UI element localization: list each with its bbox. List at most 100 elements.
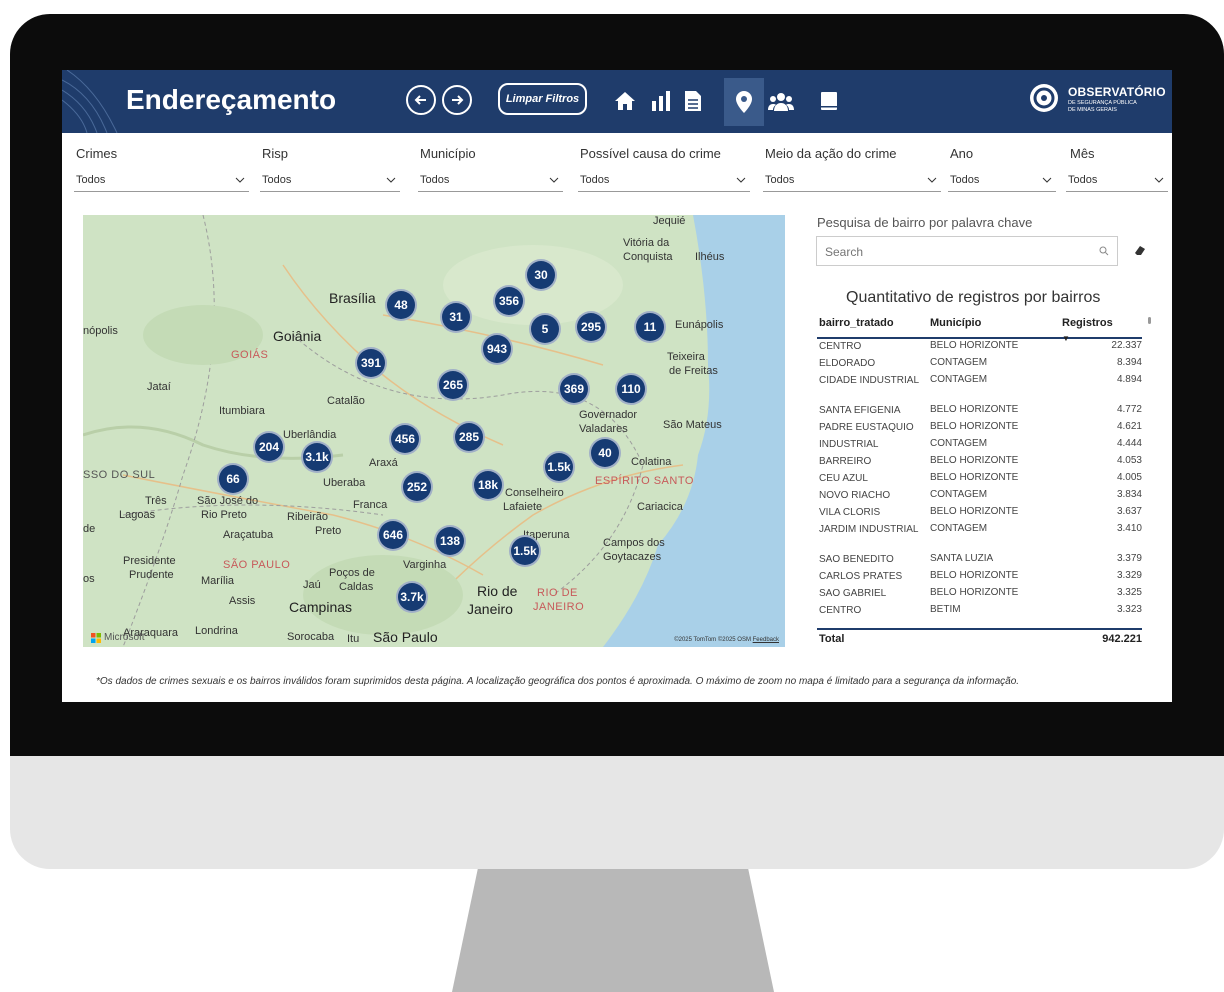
table-row[interactable]: SAO BENEDITO SANTA LUZIA 3.379: [817, 551, 1142, 568]
map-cluster[interactable]: 66: [217, 463, 249, 495]
book-nav-button[interactable]: [814, 84, 844, 118]
forward-button[interactable]: [442, 85, 472, 115]
chevron-down-icon: [1154, 177, 1164, 183]
table-row[interactable]: NOVO RIACHO CONTAGEM 3.834: [817, 487, 1142, 504]
back-arrow-icon: [414, 95, 426, 105]
charts-nav-button[interactable]: [646, 84, 676, 118]
crime-cluster-map[interactable]: Jequié Vitória da Conquista Ilhéus Brasí…: [83, 215, 785, 647]
page-title: Endereçamento: [126, 84, 337, 115]
people-icon: [768, 93, 794, 111]
filter-municipio-select[interactable]: Todos: [418, 170, 563, 192]
map-background: [83, 215, 785, 647]
logo-subtitle: DE SEGURANÇA PÚBLICA DE MINAS GERAIS: [1068, 100, 1137, 113]
chevron-down-icon: [549, 177, 559, 183]
people-nav-button[interactable]: [766, 84, 796, 118]
observatorio-logo: OBSERVATÓRIO DE SEGURANÇA PÚBLICA DE MIN…: [1030, 81, 1170, 121]
table-row[interactable]: CIDADE INDUSTRIAL CONTAGEM 4.894: [817, 372, 1142, 402]
document-icon: [685, 91, 701, 111]
map-cluster[interactable]: 5: [529, 313, 561, 345]
map-cluster[interactable]: 11: [634, 311, 666, 343]
table-body: CENTRO BELO HORIZONTE 22.337 ELDORADO CONTA…: [817, 338, 1142, 628]
chevron-down-icon: [386, 177, 396, 183]
map-cluster[interactable]: 110: [615, 373, 647, 405]
map-cluster[interactable]: 138: [434, 525, 466, 557]
chevron-down-icon: [927, 177, 937, 183]
chevron-down-icon: [235, 177, 245, 183]
map-cluster[interactable]: 943: [481, 333, 513, 365]
clear-filters-button[interactable]: Limpar Filtros: [498, 83, 587, 115]
table-scrollbar[interactable]: [1148, 317, 1151, 324]
table-row[interactable]: SAO GABRIEL BELO HORIZONTE 3.325: [817, 585, 1142, 602]
logo-emblem: [1030, 84, 1058, 112]
filter-mes-select[interactable]: Todos: [1066, 170, 1168, 192]
column-header-registros[interactable]: Registros: [1062, 317, 1113, 329]
map-cluster[interactable]: 3.1k: [301, 441, 333, 473]
eraser-icon[interactable]: [1134, 245, 1146, 255]
microsoft-icon: [91, 632, 101, 643]
map-cluster[interactable]: 646: [377, 519, 409, 551]
table-row[interactable]: CEU AZUL BELO HORIZONTE 4.005: [817, 470, 1142, 487]
map-cluster[interactable]: 40: [589, 437, 621, 469]
table-row[interactable]: JARDIM INDUSTRIAL CONTAGEM 3.410: [817, 521, 1142, 551]
map-feedback-link[interactable]: Feedback: [753, 637, 779, 643]
table-row[interactable]: CENTRO BELO HORIZONTE 22.337: [817, 338, 1142, 355]
map-cluster[interactable]: 204: [253, 431, 285, 463]
home-icon: [615, 92, 635, 110]
filter-crimes-select[interactable]: Todos: [74, 170, 249, 192]
table-row[interactable]: ELDORADO CONTAGEM 8.394: [817, 355, 1142, 372]
table-row[interactable]: CARLOS PRATES BELO HORIZONTE 3.329: [817, 568, 1142, 585]
table-row[interactable]: PADRE EUSTAQUIO BELO HORIZONTE 4.621: [817, 419, 1142, 436]
back-button[interactable]: [406, 85, 436, 115]
map-cluster[interactable]: 391: [355, 347, 387, 379]
map-attribution: ©2025 TomTom ©2025 OSM Feedback: [674, 637, 779, 643]
table-header: bairro_tratado Município Registros: [817, 315, 1142, 339]
chevron-down-icon: [1042, 177, 1052, 183]
search-input[interactable]: [823, 242, 1087, 262]
map-cluster[interactable]: 48: [385, 289, 417, 321]
map-cluster[interactable]: 1.5k: [543, 451, 575, 483]
table-row[interactable]: INDUSTRIAL CONTAGEM 4.444: [817, 436, 1142, 453]
map-provider-logo: Microsoft: [91, 632, 145, 643]
map-cluster[interactable]: 356: [493, 285, 525, 317]
column-header-bairro[interactable]: bairro_tratado: [819, 317, 894, 329]
map-nav-button[interactable]: [724, 78, 764, 126]
map-cluster[interactable]: 456: [389, 423, 421, 455]
filter-causa-select[interactable]: Todos: [578, 170, 750, 192]
table-row[interactable]: VILA CLORIS BELO HORIZONTE 3.637: [817, 504, 1142, 521]
map-cluster[interactable]: 285: [453, 421, 485, 453]
map-pin-icon: [736, 91, 752, 113]
table-title: Quantitativo de registros por bairros: [846, 289, 1101, 306]
map-cluster[interactable]: 369: [558, 373, 590, 405]
table-row[interactable]: BARREIRO BELO HORIZONTE 4.053: [817, 453, 1142, 470]
dashboard-screen: Endereçamento Limpar Filtros OBSERVATÓRI…: [62, 70, 1172, 702]
map-cluster[interactable]: 252: [401, 471, 433, 503]
monitor-stand: [452, 869, 774, 992]
search-icon: [1099, 246, 1109, 256]
filter-risp-select[interactable]: Todos: [260, 170, 400, 192]
header-bar: Endereçamento Limpar Filtros OBSERVATÓRI…: [62, 70, 1172, 133]
table-total-row: Total 942.221: [817, 628, 1142, 650]
map-cluster[interactable]: 265: [437, 369, 469, 401]
table-row[interactable]: CENTRO BETIM 3.323: [817, 602, 1142, 619]
forward-arrow-icon: [452, 95, 464, 105]
map-cluster[interactable]: 18k: [472, 469, 504, 501]
search-box[interactable]: [816, 236, 1118, 266]
home-nav-button[interactable]: [610, 84, 640, 118]
logo-title: OBSERVATÓRIO: [1068, 85, 1166, 99]
chevron-down-icon: [736, 177, 746, 183]
book-icon: [821, 92, 837, 110]
bar-chart-icon: [652, 91, 670, 111]
map-cluster[interactable]: 31: [440, 301, 472, 333]
map-cluster[interactable]: 3.7k: [396, 581, 428, 613]
filter-ano-select[interactable]: Todos: [948, 170, 1056, 192]
search-label: Pesquisa de bairro por palavra chave: [817, 215, 1033, 230]
map-cluster[interactable]: 1.5k: [509, 535, 541, 567]
document-nav-button[interactable]: [678, 84, 708, 118]
table-row[interactable]: SANTA EFIGENIA BELO HORIZONTE 4.772: [817, 402, 1142, 419]
map-cluster[interactable]: 30: [525, 259, 557, 291]
map-cluster[interactable]: 295: [575, 311, 607, 343]
filter-meio-select[interactable]: Todos: [763, 170, 941, 192]
footnote: *Os dados de crimes sexuais e os bairros…: [96, 676, 1020, 687]
column-header-municipio[interactable]: Município: [930, 317, 981, 329]
header-decoration: [62, 70, 118, 133]
